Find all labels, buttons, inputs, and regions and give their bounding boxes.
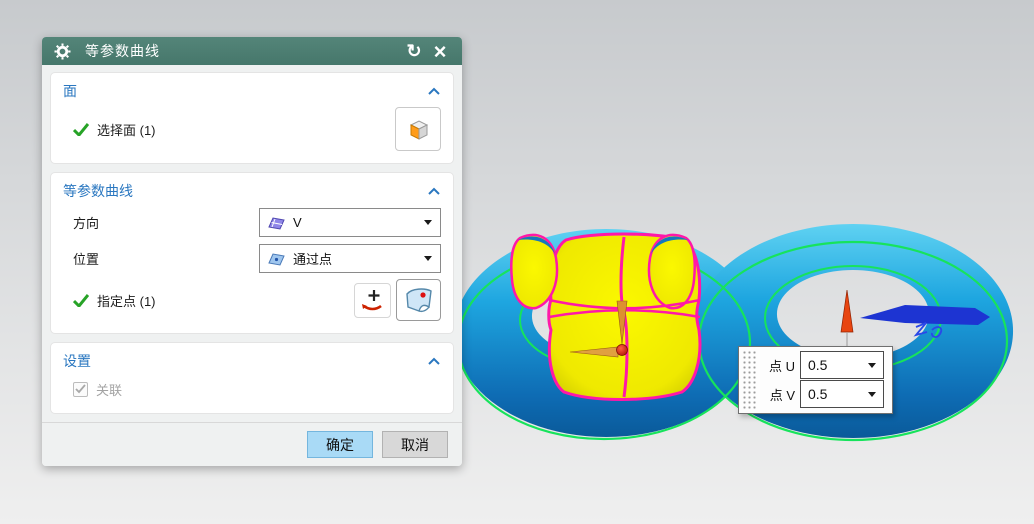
position-label: 位置 — [73, 251, 100, 267]
chevron-down-icon — [424, 219, 432, 225]
point-u-input[interactable]: 0.5 — [800, 351, 884, 379]
isoparametric-curve-dialog: 等参数曲线 ↻ × 面 选择面 (1) 等参数曲线 方向 V 位置 通过点 指定… — [42, 37, 462, 466]
close-button[interactable]: × — [428, 40, 452, 62]
isocurve-section: 等参数曲线 方向 V 位置 通过点 指定点 (1) — [50, 172, 454, 334]
chevron-down-icon — [868, 391, 876, 397]
position-value: 通过点 — [293, 251, 333, 267]
point-on-face-icon — [405, 288, 432, 313]
chevron-down-icon — [424, 255, 432, 261]
cube-icon — [409, 119, 428, 140]
ok-button[interactable]: 确定 — [307, 431, 373, 458]
direction-value: V — [293, 214, 302, 230]
dialog-body: 面 选择面 (1) 等参数曲线 方向 V 位置 通过点 指定点 (1) 设置 关… — [42, 65, 462, 414]
isocurve-section-title: 等参数曲线 — [63, 183, 133, 199]
dialog-title: 等参数曲线 — [85, 43, 160, 59]
dialog-titlebar[interactable]: 等参数曲线 ↻ × — [42, 37, 462, 65]
point-v-value: 0.5 — [808, 386, 828, 402]
direction-dropdown[interactable]: V — [259, 207, 441, 237]
specify-point-label: 指定点 (1) — [97, 293, 156, 309]
through-point-icon — [268, 252, 285, 266]
check-icon — [73, 123, 89, 136]
point-u-label: 点 U — [768, 359, 795, 374]
settings-section: 设置 关联 — [50, 342, 454, 414]
direction-arrow-red[interactable] — [840, 289, 854, 333]
point-on-face-button[interactable] — [396, 279, 441, 321]
associative-checkbox[interactable] — [73, 381, 88, 397]
point-v-input[interactable]: 0.5 — [800, 380, 884, 408]
position-dropdown[interactable]: 通过点 — [259, 243, 441, 273]
select-face-label: 选择面 (1) — [97, 122, 156, 138]
chevron-up-icon[interactable] — [427, 357, 441, 366]
drag-handle[interactable] — [742, 350, 756, 410]
check-icon — [75, 384, 86, 394]
gear-icon — [54, 43, 71, 60]
face-section: 面 选择面 (1) — [50, 72, 454, 164]
v-direction-icon — [268, 216, 285, 230]
datum-arrow-blue[interactable] — [860, 305, 990, 325]
chevron-up-icon[interactable] — [427, 187, 441, 196]
associative-label: 关联 — [96, 382, 123, 398]
point-v-label: 点 V — [769, 388, 795, 403]
check-icon — [73, 294, 89, 307]
face-section-title: 面 — [63, 83, 77, 99]
direction-label: 方向 — [73, 215, 100, 231]
cancel-button[interactable]: 取消 — [382, 431, 448, 458]
chevron-down-icon — [868, 362, 876, 368]
reset-button[interactable]: ↻ — [402, 41, 426, 61]
dialog-footer: 确定 取消 — [42, 422, 462, 466]
chevron-up-icon[interactable] — [427, 87, 441, 96]
point-dialog-button[interactable] — [354, 282, 391, 318]
point-constructor-icon — [361, 290, 382, 311]
settings-section-title: 设置 — [63, 353, 91, 369]
uv-point-panel: 点 U 0.5 点 V 0.5 — [738, 346, 893, 414]
select-face-button[interactable] — [395, 107, 441, 151]
point-u-value: 0.5 — [808, 357, 828, 373]
